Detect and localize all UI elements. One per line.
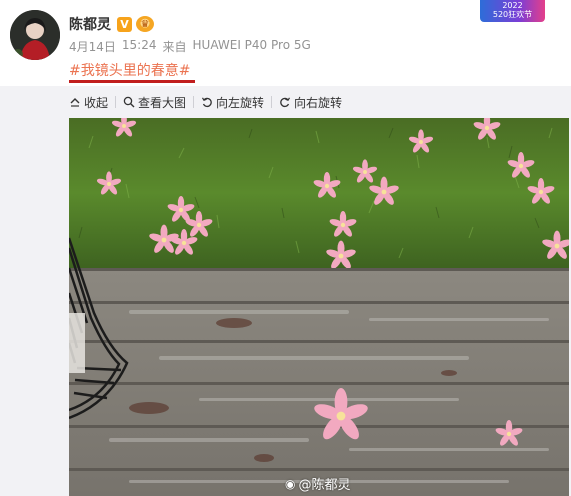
post-header: 陈都灵 V ♛ (69, 13, 154, 35)
hashtag-link[interactable]: #我镜头里的春意# (69, 60, 190, 80)
collapse-icon (70, 98, 80, 107)
avatar[interactable] (10, 10, 60, 60)
post-photo[interactable] (69, 118, 569, 496)
post-date[interactable]: 4月14日 (69, 38, 116, 55)
rotate-right-icon (280, 97, 291, 108)
watermark-text: @陈都灵 (298, 478, 351, 493)
rotate-right-label: 向右旋转 (294, 95, 343, 110)
promo-banner[interactable]: 2022 520狂欢节 (480, 0, 545, 22)
crown-badge-icon[interactable]: ♛ (136, 16, 154, 32)
rotate-left-button[interactable]: 向左旋转 (201, 94, 264, 111)
toolbar-divider (193, 96, 195, 108)
weibo-icon: ◉ (285, 476, 296, 491)
view-large-label: 查看大图 (138, 95, 187, 110)
username[interactable]: 陈都灵 (69, 14, 111, 34)
rotate-left-label: 向左旋转 (216, 95, 265, 110)
promo-line-2: 520狂欢节 (492, 10, 533, 19)
hashtag-underline (69, 80, 195, 83)
collapse-label: 收起 (84, 95, 109, 110)
rotate-right-button[interactable]: 向右旋转 (279, 94, 342, 111)
rotate-left-icon (202, 97, 212, 108)
toolbar-divider (271, 96, 273, 108)
post-meta: 4月14日 15:24 来自 HUAWEI P40 Pro 5G (69, 38, 311, 55)
collapse-button[interactable]: 收起 (69, 94, 108, 111)
search-icon (123, 96, 135, 108)
toolbar-divider (115, 96, 117, 108)
post-time[interactable]: 15:24 (122, 38, 157, 55)
verified-v-icon[interactable]: V (117, 16, 132, 32)
source-device: HUAWEI P40 Pro 5G (192, 38, 311, 52)
view-large-button[interactable]: 查看大图 (123, 94, 186, 111)
image-watermark: ◉ @陈都灵 (285, 474, 351, 494)
image-toolbar: 收起 查看大图 向左旋转 向右旋转 (69, 94, 342, 110)
source-prefix: 来自 (162, 40, 187, 54)
